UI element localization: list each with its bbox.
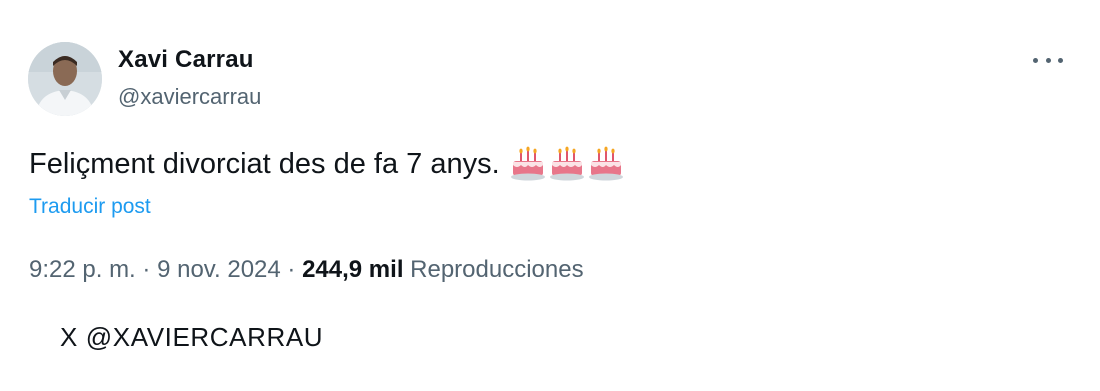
birthday-cake-icon	[549, 146, 584, 181]
tweet-card: Xavi Carrau @xaviercarrau Feliçment divo…	[0, 0, 1100, 310]
emoji-group	[510, 146, 624, 182]
more-options-icon[interactable]	[1030, 52, 1066, 68]
profile-photo	[28, 42, 102, 116]
post-text: Feliçment divorciat des de fa 7 anys.	[29, 147, 500, 180]
meta-separator: ·	[287, 256, 296, 283]
views-label: Reproducciones	[410, 256, 584, 283]
post-meta: 9:22 p. m. · 9 nov. 2024 · 244,9 mil Rep…	[29, 256, 584, 284]
avatar[interactable]	[28, 42, 102, 116]
views-count: 244,9 mil	[302, 256, 404, 283]
post-text-row: Feliçment divorciat des de fa 7 anys.	[29, 146, 624, 182]
post-date[interactable]: 9 nov. 2024	[157, 256, 281, 283]
author-handle[interactable]: @xaviercarrau	[118, 84, 261, 110]
birthday-cake-icon	[510, 146, 545, 181]
translate-post-link[interactable]: Traducir post	[29, 195, 151, 219]
post-time[interactable]: 9:22 p. m.	[29, 256, 136, 283]
author-display-name[interactable]: Xavi Carrau	[118, 46, 254, 74]
image-credit: X @XAVIERCARRAU	[60, 322, 324, 352]
meta-separator: ·	[142, 256, 151, 283]
birthday-cake-icon	[588, 146, 623, 181]
